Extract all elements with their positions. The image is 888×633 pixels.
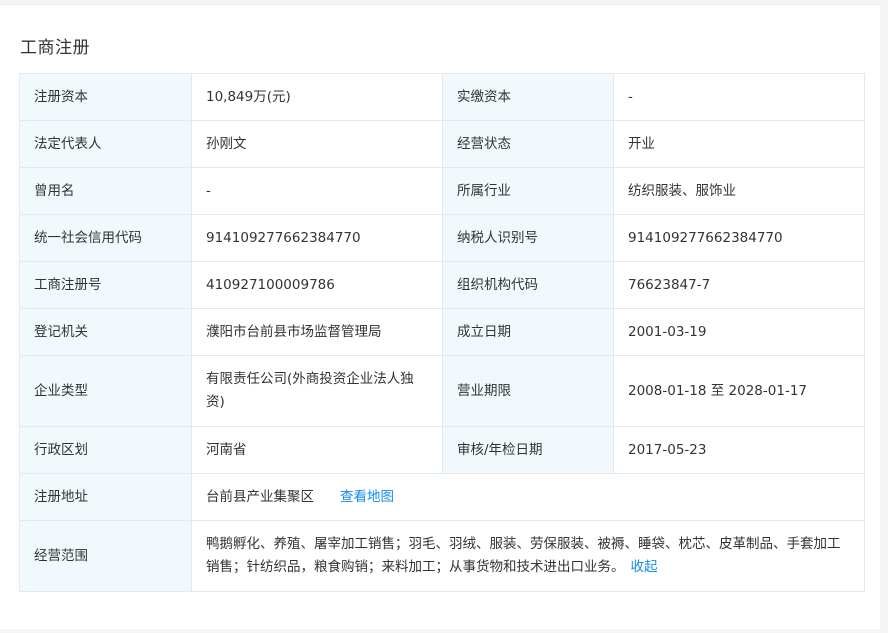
field-label: 注册地址 xyxy=(19,473,192,521)
field-value: 410927100009786 xyxy=(191,261,443,309)
table-row: 统一社会信用代码 914109277662384770 纳税人识别号 91410… xyxy=(19,214,865,262)
field-label: 经营范围 xyxy=(19,520,192,592)
table-row-address: 注册地址 台前县产业集聚区 查看地图 xyxy=(19,473,865,521)
field-label: 企业类型 xyxy=(19,355,192,427)
table-row: 企业类型 有限责任公司(外商投资企业法人独资) 营业期限 2008-01-18 … xyxy=(19,355,865,427)
table-row: 行政区划 河南省 审核/年检日期 2017-05-23 xyxy=(19,426,865,474)
field-label: 审核/年检日期 xyxy=(442,426,614,474)
field-value: 10,849万(元) xyxy=(191,73,443,121)
table-row: 工商注册号 410927100009786 组织机构代码 76623847-7 xyxy=(19,261,865,309)
table-row: 曾用名 - 所属行业 纺织服装、服饰业 xyxy=(19,167,865,215)
section-title: 工商注册 xyxy=(20,38,90,58)
address-value: 台前县产业集聚区 xyxy=(206,488,314,505)
registration-info-table: 注册资本 10,849万(元) 实缴资本 - 法定代表人 孙刚文 经营状态 开业… xyxy=(19,73,865,592)
field-value: - xyxy=(191,167,443,215)
field-label: 法定代表人 xyxy=(19,120,192,168)
business-registration-card: 工商注册 注册资本 10,849万(元) 实缴资本 - 法定代表人 孙刚文 经营… xyxy=(0,4,880,629)
field-value: 濮阳市台前县市场监督管理局 xyxy=(191,308,443,356)
table-row: 登记机关 濮阳市台前县市场监督管理局 成立日期 2001-03-19 xyxy=(19,308,865,356)
field-value: - xyxy=(613,73,865,121)
field-value: 河南省 xyxy=(191,426,443,474)
field-label: 实缴资本 xyxy=(442,73,614,121)
collapse-link[interactable]: 收起 xyxy=(631,559,658,575)
view-map-link[interactable]: 查看地图 xyxy=(340,489,394,505)
field-label: 所属行业 xyxy=(442,167,614,215)
field-value: 2017-05-23 xyxy=(613,426,865,474)
field-label: 经营状态 xyxy=(442,120,614,168)
field-label: 行政区划 xyxy=(19,426,192,474)
business-scope-text: 鸭鹅孵化、养殖、屠宰加工销售；羽毛、羽绒、服装、劳保服装、被褥、睡袋、枕芯、皮革… xyxy=(206,536,841,575)
field-label: 注册资本 xyxy=(19,73,192,121)
table-row: 注册资本 10,849万(元) 实缴资本 - xyxy=(19,73,865,121)
field-label: 成立日期 xyxy=(442,308,614,356)
field-value: 914109277662384770 xyxy=(191,214,443,262)
address-cell: 台前县产业集聚区 查看地图 xyxy=(191,473,865,521)
field-value: 纺织服装、服饰业 xyxy=(613,167,865,215)
table-row: 法定代表人 孙刚文 经营状态 开业 xyxy=(19,120,865,168)
field-value: 2008-01-18 至 2028-01-17 xyxy=(613,355,865,427)
field-label: 纳税人识别号 xyxy=(442,214,614,262)
field-value: 有限责任公司(外商投资企业法人独资) xyxy=(191,355,443,427)
field-value: 2001-03-19 xyxy=(613,308,865,356)
field-label: 营业期限 xyxy=(442,355,614,427)
scope-cell: 鸭鹅孵化、养殖、屠宰加工销售；羽毛、羽绒、服装、劳保服装、被褥、睡袋、枕芯、皮革… xyxy=(191,520,865,592)
field-label: 工商注册号 xyxy=(19,261,192,309)
field-label: 曾用名 xyxy=(19,167,192,215)
field-label: 组织机构代码 xyxy=(442,261,614,309)
field-value: 914109277662384770 xyxy=(613,214,865,262)
field-label: 统一社会信用代码 xyxy=(19,214,192,262)
field-value: 孙刚文 xyxy=(191,120,443,168)
field-value: 76623847-7 xyxy=(613,261,865,309)
field-label: 登记机关 xyxy=(19,308,192,356)
table-row-scope: 经营范围 鸭鹅孵化、养殖、屠宰加工销售；羽毛、羽绒、服装、劳保服装、被褥、睡袋、… xyxy=(19,520,865,592)
field-value: 开业 xyxy=(613,120,865,168)
